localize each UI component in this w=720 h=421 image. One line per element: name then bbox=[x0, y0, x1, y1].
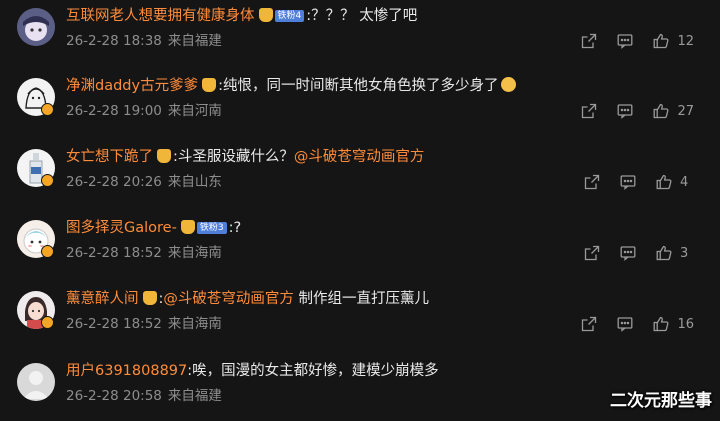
thumbs-up-icon[interactable] bbox=[653, 316, 669, 332]
comment-item: 薰意醉人间:@斗破苍穹动画官方 制作组一直打压薰儿 26-2-28 18:52 来… bbox=[0, 283, 720, 353]
fan-medal-icon bbox=[142, 291, 157, 305]
comment-item: 互联网老人想要拥有健康身体 铁粉4:？？？ 太惨了吧 26-2-28 18:38 来… bbox=[0, 0, 720, 70]
comment-meta: 26-2-28 18:52 来自海南 bbox=[66, 243, 222, 263]
comment-text: :？？？ 太惨了吧 bbox=[306, 8, 418, 24]
comment-item: 女亡想下跪了 :斗圣服设藏什么？@斗破苍穹动画官方 26-2-28 20:26 来自… bbox=[0, 141, 720, 211]
comment-location: 来自山东 bbox=[167, 174, 222, 190]
comment-content: 薰意醉人间:@斗破苍穹动画官方 制作组一直打压薰儿 bbox=[66, 288, 429, 310]
comment-actions: 3 bbox=[584, 243, 694, 263]
crown-medal-icon bbox=[180, 220, 195, 234]
comment-icon[interactable] bbox=[620, 245, 636, 261]
comment-location: 来自福建 bbox=[167, 33, 222, 49]
comment-location: 来自河南 bbox=[167, 103, 222, 119]
verified-badge-icon bbox=[41, 245, 54, 258]
thumbs-up-icon[interactable] bbox=[656, 245, 672, 261]
thumbs-up-icon[interactable] bbox=[653, 103, 669, 119]
mention-link[interactable]: @斗破苍穹动画官方 bbox=[294, 149, 425, 165]
comment-location: 来自海南 bbox=[167, 245, 222, 261]
fan-medal-icon bbox=[258, 8, 273, 22]
thumbs-up-icon[interactable] bbox=[653, 33, 669, 49]
username[interactable]: 净渊daddy古元爹爹 bbox=[66, 78, 198, 94]
comment-meta: 26-2-28 18:52 来自海南 bbox=[66, 314, 222, 334]
comment-location: 来自福建 bbox=[167, 388, 222, 404]
comment-icon[interactable] bbox=[617, 316, 633, 332]
username[interactable]: 图多择灵Galore- bbox=[66, 220, 177, 236]
watermark: 二次元那些事 bbox=[610, 391, 712, 411]
comment-date: 26-2-28 20:58 bbox=[66, 388, 162, 404]
comment-item: 净渊daddy古元爹爹 :纯恨，同一时间断其他女角色换了多少身了 26-2-28 … bbox=[0, 70, 720, 140]
share-icon[interactable] bbox=[584, 245, 600, 261]
like-count: 4 bbox=[680, 174, 689, 190]
like-count: 27 bbox=[677, 103, 694, 119]
comment-text: :斗圣服设藏什么？ bbox=[173, 149, 294, 165]
verified-badge-icon bbox=[41, 316, 54, 329]
like-count: 3 bbox=[680, 245, 689, 261]
fan-level-badge: 铁粉3 bbox=[196, 222, 227, 234]
comment-meta: 26-2-28 20:26 来自山东 bbox=[66, 172, 222, 192]
comment-text-after: 制作组一直打压薰儿 bbox=[293, 291, 429, 307]
thumbs-up-icon[interactable] bbox=[656, 174, 672, 190]
comment-actions: 4 bbox=[584, 172, 694, 192]
comment-icon[interactable] bbox=[617, 33, 633, 49]
fan-medal-icon bbox=[157, 149, 171, 163]
comment-text: :? bbox=[228, 220, 242, 236]
comment-date: 26-2-28 20:26 bbox=[66, 174, 162, 190]
comment-actions: 16 bbox=[581, 314, 694, 334]
verified-badge-icon bbox=[41, 174, 54, 187]
mention-link[interactable]: @斗破苍穹动画官方 bbox=[163, 291, 294, 307]
comment-text: :唉，国漫的女主都好惨，建模少崩模多 bbox=[187, 363, 439, 379]
comment-content: 图多择灵Galore- 铁粉3:? bbox=[66, 217, 241, 239]
comment-actions: 12 bbox=[581, 31, 694, 51]
comment-meta: 26-2-28 20:58 来自福建 bbox=[66, 386, 222, 406]
comment-meta: 26-2-28 18:38 来自福建 bbox=[66, 31, 222, 51]
username[interactable]: 薰意醉人间 bbox=[66, 291, 139, 307]
emoji-icon bbox=[501, 77, 517, 92]
comment-content: 用户6391808897:唉，国漫的女主都好惨，建模少崩模多 bbox=[66, 360, 439, 382]
username[interactable]: 女亡想下跪了 bbox=[66, 149, 153, 165]
like-count: 16 bbox=[677, 316, 694, 332]
comment-date: 26-2-28 18:52 bbox=[66, 245, 162, 261]
share-icon[interactable] bbox=[581, 316, 597, 332]
comment-content: 净渊daddy古元爹爹 :纯恨，同一时间断其他女角色换了多少身了 bbox=[66, 75, 517, 97]
comment-icon[interactable] bbox=[617, 103, 633, 119]
comment-text: :纯恨，同一时间断其他女角色换了多少身了 bbox=[218, 78, 499, 94]
fan-medal-icon bbox=[202, 78, 217, 92]
comment-content: 女亡想下跪了 :斗圣服设藏什么？@斗破苍穹动画官方 bbox=[66, 146, 424, 168]
comment-item: 图多择灵Galore- 铁粉3:? 26-2-28 18:52 来自海南 3 bbox=[0, 212, 720, 282]
like-count: 12 bbox=[677, 33, 694, 49]
share-icon[interactable] bbox=[581, 103, 597, 119]
comment-actions: 27 bbox=[581, 101, 694, 121]
username[interactable]: 用户6391808897 bbox=[66, 363, 187, 379]
comment-meta: 26-2-28 19:00 来自河南 bbox=[66, 101, 222, 121]
comment-icon[interactable] bbox=[620, 174, 636, 190]
share-icon[interactable] bbox=[584, 174, 600, 190]
comment-location: 来自海南 bbox=[167, 316, 222, 332]
username[interactable]: 互联网老人想要拥有健康身体 bbox=[66, 8, 255, 24]
share-icon[interactable] bbox=[581, 33, 597, 49]
comment-date: 26-2-28 19:00 bbox=[66, 103, 162, 119]
comment-content: 互联网老人想要拥有健康身体 铁粉4:？？？ 太惨了吧 bbox=[66, 5, 417, 27]
avatar[interactable] bbox=[17, 363, 55, 401]
verified-badge-icon bbox=[41, 103, 54, 116]
comment-date: 26-2-28 18:38 bbox=[66, 33, 162, 49]
avatar[interactable] bbox=[17, 8, 55, 46]
comment-date: 26-2-28 18:52 bbox=[66, 316, 162, 332]
comment-list: 互联网老人想要拥有健康身体 铁粉4:？？？ 太惨了吧 26-2-28 18:38 来… bbox=[0, 0, 720, 421]
fan-level-badge: 铁粉4 bbox=[274, 10, 305, 22]
